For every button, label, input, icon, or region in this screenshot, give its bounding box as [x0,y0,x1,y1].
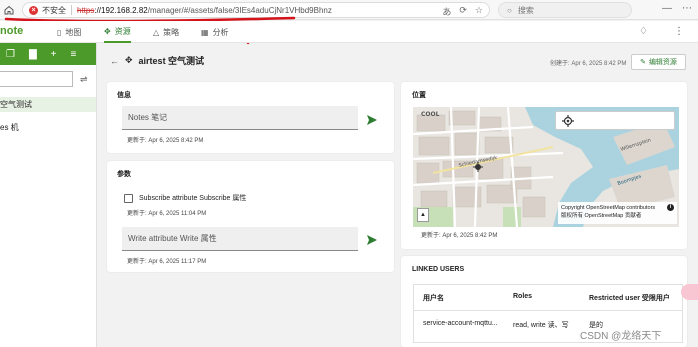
copy-icon[interactable]: ❐ [6,49,15,60]
tab-assets-label: 资源 [114,26,131,36]
insights-icon: ▦ [201,27,209,37]
attribution-line: 版权所有 OpenStreetMap 贡献者 [561,213,642,219]
asset-tree-item[interactable]: 空气测试 [0,97,96,112]
tab-map-label: 地图 [65,27,82,37]
info-card-title: 信息 [117,92,131,99]
info-card: 信息 Notes 笔记 更新于: Apr 6, 2025 8:42 PM [107,82,394,153]
filter-input[interactable] [0,71,73,87]
asset-tree-item[interactable]: es 机 [0,122,19,133]
compass-button[interactable]: ▲ [417,208,429,222]
tab-assets[interactable]: ✥ 资源 [104,21,131,43]
subscribe-updated: 更新于: Apr 6, 2025 11:04 PM [127,211,207,217]
geolocate-control[interactable] [555,111,675,130]
edit-asset-button[interactable]: ✎ 编辑资源 [631,54,686,70]
attribution-line: Copyright OpenStreetMap contributors [561,205,656,211]
asset-title-bar: ← ✥ airtest 空气测试 [110,54,204,67]
search-input[interactable]: ○ 搜索 [498,2,632,18]
map-label: COOL [421,111,440,118]
tab-rules-label: 策略 [163,27,180,37]
table-cell: read, write 读、写 [513,322,569,329]
search-icon: ○ [507,5,512,15]
table-cell[interactable]: service-account-mqttu... [423,320,498,327]
attributes-card-title: 参数 [117,171,131,178]
column-header[interactable]: Roles [513,293,532,300]
floating-widget[interactable] [681,284,698,300]
asset-tree-item-label: es 机 [0,123,19,132]
map[interactable]: COOL Schiedamsedijk Boompjes Willemsplei… [413,107,679,227]
menu-icon[interactable]: ⋮ [674,26,684,37]
sort-icon[interactable]: ≡ [71,49,77,60]
tab-insights[interactable]: ▦ 分析 [201,21,229,43]
search-placeholder: 搜索 [517,5,534,15]
map-icon: ▯ [57,27,62,37]
created-timestamp: 创建于: Apr 6, 2025 8:42 PM [550,61,627,67]
notes-updated: 更新于: Apr 6, 2025 8:42 PM [127,138,204,144]
brand-logo[interactable]: note [0,25,23,37]
header-actions: ♢ ⋮ [639,26,684,37]
asset-tree-panel: ❐ ▇ + ≡ ⇌ 空气测试 es 机 [0,43,97,347]
crosshair-icon [562,115,574,127]
asset-tree-item-label: 空气测试 [0,100,32,109]
asset-type-icon: ✥ [125,55,133,65]
linked-users-title: LINKED USERS [412,266,465,273]
notes-field[interactable]: Notes 笔记 [122,106,358,130]
notes-field-label: Notes 笔记 [128,113,168,122]
browser-actions: — ⋯ [662,3,692,14]
write-attribute-label: Write attribute Write 属性 [128,234,217,243]
tab-map[interactable]: ▯ 地图 [57,21,81,43]
info-icon[interactable]: i [667,204,674,211]
edit-icon: ✎ [640,59,646,66]
translate-icon[interactable]: あ [442,5,451,18]
divider [414,310,682,311]
watermark: CSDN @龙络天下 [580,331,662,342]
tab-insights-label: 分析 [212,27,229,37]
add-icon[interactable]: + [51,49,57,60]
column-header[interactable]: 用户名 [423,293,444,303]
rule-icon: △ [153,27,160,37]
asset-tree-toolbar: ❐ ▇ + ≡ [0,43,96,65]
subscribe-checkbox[interactable] [124,194,133,203]
write-updated: 更新于: Apr 6, 2025 11:17 PM [127,259,207,265]
refresh-icon[interactable]: ⟳ [459,5,467,18]
more-icon[interactable]: ⋯ [682,3,692,14]
filter-settings-icon[interactable]: ⇌ [80,74,88,85]
asset-name: airtest 空气测试 [138,56,205,66]
location-updated: 更新于: Apr 6, 2025 8:42 PM [421,233,498,239]
subscribe-attribute-label: Subscribe attribute Subscribe 属性 [139,195,247,202]
attributes-card: 参数 Subscribe attribute Subscribe 属性 更新于:… [107,161,394,272]
app-header: note ▯ 地图 ✥ 资源 △ 策略 ▦ 分析 ♢ ⋮ [0,21,698,43]
edit-asset-label: 编辑资源 [648,59,677,66]
back-arrow-icon[interactable]: ← [110,56,119,66]
map-attribution: Copyright OpenStreetMap contributors 版权所… [558,202,677,224]
star-icon[interactable]: ☆ [475,5,483,18]
delete-icon[interactable]: ▇ [29,49,37,60]
bell-icon[interactable]: ♢ [639,26,648,37]
minimize-icon[interactable]: — [662,3,672,14]
column-header[interactable]: Restricted user 受限用户 [589,293,670,303]
asset-icon: ✥ [104,26,111,36]
send-icon[interactable] [367,235,377,245]
write-attribute-field[interactable]: Write attribute Write 属性 [122,227,358,251]
address-bar-actions: あ ⟳ ☆ [442,5,483,18]
location-card-title: 位置 [412,92,426,99]
send-icon[interactable] [367,115,377,125]
tab-rules[interactable]: △ 策略 [153,21,179,43]
